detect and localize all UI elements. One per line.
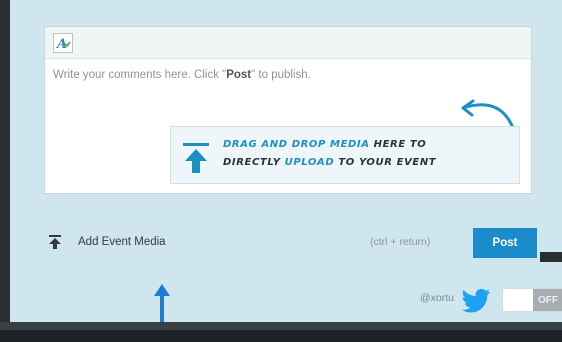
drop-hint-text-end: to your event	[334, 157, 437, 168]
add-event-media-button[interactable]: Add Event Media	[48, 234, 166, 250]
placeholder-post-word: Post	[226, 69, 252, 81]
add-event-media-label: Add Event Media	[78, 236, 166, 248]
upload-icon	[49, 235, 61, 249]
drag-drop-zone[interactable]: Drag and Drop Media here to directly upl…	[170, 126, 520, 184]
drop-hint-line1: Drag and Drop Media here to	[223, 139, 426, 150]
text-format-icon[interactable]: A	[53, 33, 73, 53]
window-edge-bottom	[0, 322, 562, 342]
drop-hint-line2: directly upload to your event	[223, 157, 436, 168]
drop-hint-text: directly	[223, 157, 285, 168]
twitter-toggle[interactable]: OFF	[502, 288, 562, 312]
twitter-handle[interactable]: @xortu	[420, 292, 454, 304]
editor-toolbar: A	[45, 27, 531, 59]
post-button[interactable]: Post	[473, 228, 537, 258]
window-edge-right	[540, 252, 562, 262]
placeholder-text-end: " to publish.	[251, 69, 311, 81]
drop-hint-highlight: Drag and Drop Media	[223, 139, 370, 150]
shortcut-hint: (ctrl + return)	[370, 236, 431, 248]
twitter-icon[interactable]	[460, 288, 492, 314]
placeholder-text: Write your comments here. Click "	[53, 69, 227, 81]
bottom-bar	[0, 322, 562, 330]
toggle-off-label: OFF	[533, 289, 562, 311]
drop-hint-upload-word: upload	[284, 157, 335, 168]
upload-icon	[183, 143, 209, 173]
comment-input[interactable]: Write your comments here. Click "Post" t…	[53, 69, 523, 89]
drop-hint-text: here to	[369, 139, 427, 150]
window-edge-left	[0, 0, 10, 342]
